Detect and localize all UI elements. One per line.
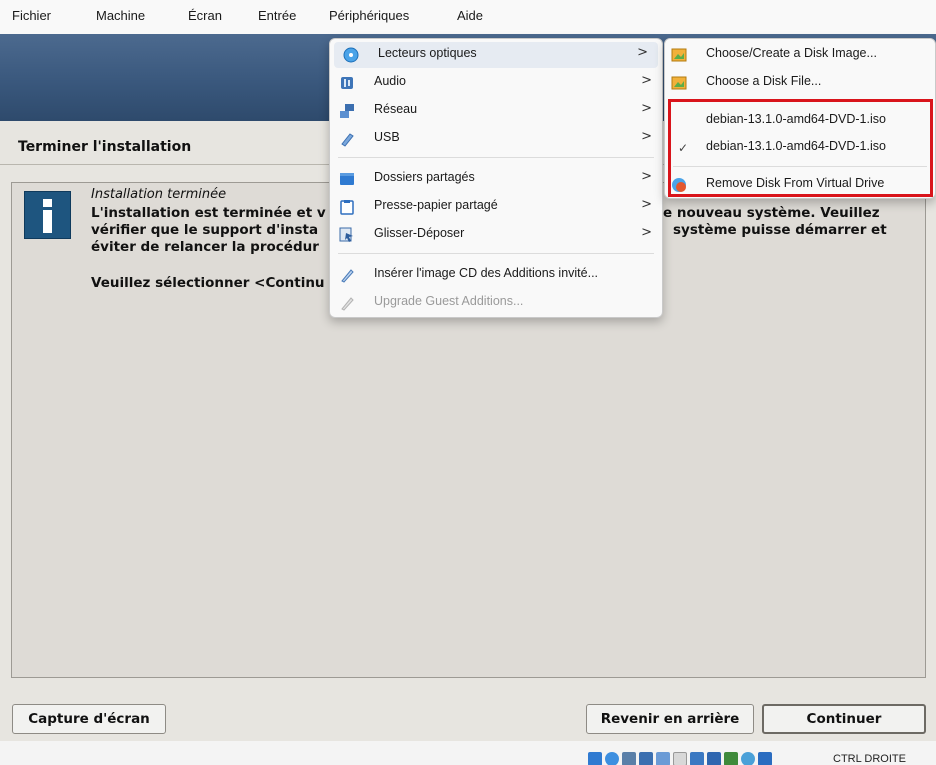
disk-file-icon [671, 75, 687, 91]
menu-item-upgrade-guest-additions: Upgrade Guest Additions... [330, 290, 662, 316]
menu-machine[interactable]: Machine [96, 8, 145, 23]
menu-item-insert-guest-additions[interactable]: Insérer l'image CD des Additions invité.… [330, 262, 662, 288]
instruction-text: Veuillez sélectionner <Continu [91, 275, 325, 291]
chevron-right-icon: > [641, 197, 652, 212]
highlight-box [668, 99, 933, 197]
menu-item-label: Presse-papier partagé [374, 198, 498, 212]
chevron-right-icon: > [641, 225, 652, 240]
menu-item-drag-drop[interactable]: Glisser-Déposer > [330, 222, 662, 248]
menu-item-shared-clipboard[interactable]: Presse-papier partagé > [330, 194, 662, 220]
menu-item-usb[interactable]: USB > [330, 126, 662, 152]
menu-item-label: Réseau [374, 102, 418, 116]
disk-image-icon [671, 47, 687, 63]
usb-icon [339, 131, 355, 147]
menu-item-label: Lecteurs optiques [378, 46, 477, 60]
menu-item-optical-drives[interactable]: Lecteurs optiques > [334, 42, 658, 68]
menu-aide[interactable]: Aide [457, 8, 483, 23]
chevron-right-icon: > [637, 45, 648, 60]
shared-folders-status-icon[interactable] [673, 752, 687, 765]
menu-item-network[interactable]: Réseau > [330, 98, 662, 124]
mouse-integration-status-icon[interactable] [741, 752, 755, 765]
page-title: Terminer l'installation [18, 139, 192, 155]
menu-item-choose-disk-file[interactable]: Choose a Disk File... [665, 70, 935, 96]
chevron-right-icon: > [641, 101, 652, 116]
audio-status-icon[interactable] [622, 752, 636, 765]
drag-drop-icon [339, 227, 355, 243]
menu-item-label: Upgrade Guest Additions... [374, 294, 524, 308]
menu-separator [338, 157, 654, 158]
menu-ecran[interactable]: Écran [188, 8, 222, 23]
status-indicators [588, 752, 772, 765]
optical-drive-icon [343, 47, 359, 63]
audio-icon [339, 75, 355, 91]
harddisk-status-icon[interactable] [588, 752, 602, 765]
display-status-icon[interactable] [690, 752, 704, 765]
menubar: Fichier Machine Écran Entrée Périphériqu… [0, 0, 936, 34]
chevron-right-icon: > [641, 169, 652, 184]
message-line-1-tail: e nouveau système. Veuillez [663, 205, 880, 221]
menu-item-shared-folders[interactable]: Dossiers partagés > [330, 166, 662, 192]
clipboard-icon [339, 199, 355, 215]
optical-status-icon[interactable] [605, 752, 619, 765]
menu-item-label: Dossiers partagés [374, 170, 475, 184]
menu-item-label: Choose/Create a Disk Image... [706, 46, 877, 60]
statusbar: CTRL DROITE [0, 741, 936, 765]
menu-item-choose-create-disk-image[interactable]: Choose/Create a Disk Image... [665, 42, 935, 68]
menu-item-label: Choose a Disk File... [706, 74, 822, 88]
host-key-label: CTRL DROITE [833, 753, 906, 765]
message-line-2-tail: système puisse démarrer et [673, 222, 887, 238]
menu-peripheriques[interactable]: Périphériques [329, 8, 409, 23]
menu-item-label: Audio [374, 74, 406, 88]
vm-window: { "menubar": { "items": [ {"label": "Fic… [0, 0, 936, 765]
continue-button[interactable]: Continuer [762, 704, 926, 734]
chevron-right-icon: > [641, 73, 652, 88]
menu-item-label: Insérer l'image CD des Additions invité.… [374, 266, 599, 280]
menu-entree[interactable]: Entrée [258, 8, 296, 23]
usb-status-icon[interactable] [656, 752, 670, 765]
message-line-3: éviter de relancer la procédur [91, 239, 319, 255]
info-icon [24, 191, 71, 239]
shared-folder-icon [339, 171, 355, 187]
cpu-status-icon[interactable] [724, 752, 738, 765]
network-status-icon[interactable] [639, 752, 653, 765]
message-line-2: vérifier que le support d'insta [91, 222, 319, 238]
screenshot-button[interactable]: Capture d'écran [12, 704, 166, 734]
menu-item-label: Glisser-Déposer [374, 226, 465, 240]
back-button[interactable]: Revenir en arrière [586, 704, 754, 734]
devices-menu: Lecteurs optiques > Audio > Réseau > USB… [329, 38, 663, 318]
upgrade-additions-icon [339, 295, 355, 311]
network-icon [339, 103, 355, 119]
guest-additions-cd-icon [339, 267, 355, 283]
message-line-1: L'installation est terminée et v [91, 205, 326, 221]
menu-item-audio[interactable]: Audio > [330, 70, 662, 96]
chevron-right-icon: > [641, 129, 652, 144]
menu-separator [338, 253, 654, 254]
recording-status-icon[interactable] [707, 752, 721, 765]
message-heading: Installation terminée [91, 187, 227, 202]
menu-item-label: USB [374, 130, 400, 144]
keyboard-capture-status-icon[interactable] [758, 752, 772, 765]
menu-fichier[interactable]: Fichier [12, 8, 51, 23]
